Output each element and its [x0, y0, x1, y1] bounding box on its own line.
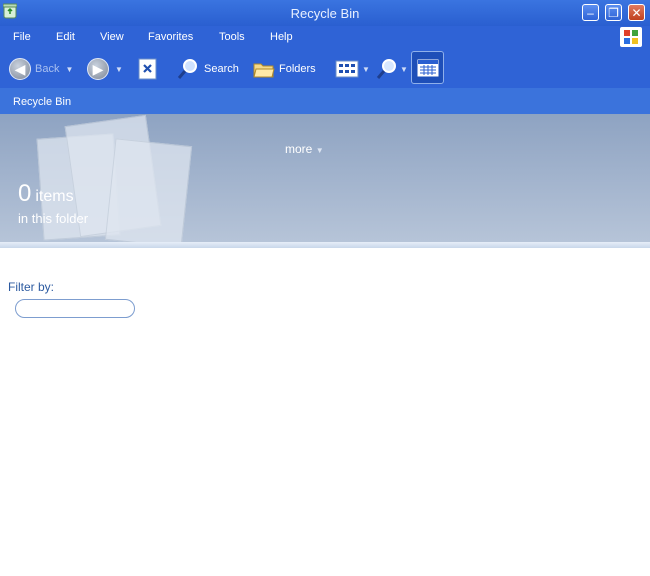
search-button[interactable]: Search	[176, 56, 239, 82]
delete-icon	[138, 58, 157, 80]
item-count-unit: items	[35, 188, 74, 205]
forward-button[interactable]: ▶ ▼	[87, 56, 123, 82]
views-button[interactable]: ▼	[335, 56, 370, 82]
back-label: Back	[35, 63, 60, 75]
close-button[interactable]: ✕	[628, 4, 645, 21]
back-arrow-icon: ◀	[9, 58, 31, 80]
document-watermark	[104, 138, 193, 242]
menu-file[interactable]: File	[13, 31, 31, 43]
menu-view[interactable]: View	[100, 31, 124, 43]
more-chevron-icon: ▼	[315, 146, 324, 155]
back-button[interactable]: ◀ Back ▼	[9, 56, 73, 82]
minimize-button[interactable]: –	[582, 4, 599, 21]
menu-edit[interactable]: Edit	[56, 31, 75, 43]
search-label: Search	[204, 63, 239, 75]
item-count: 0 items	[18, 180, 74, 208]
calendar-button[interactable]	[411, 51, 444, 84]
folder-subtitle: in this folder	[18, 211, 89, 226]
address-bar: Recycle Bin	[0, 88, 650, 114]
more-link[interactable]: more ▼	[285, 142, 324, 156]
folder-banner: more ▼ 0 items in this folder	[0, 114, 650, 242]
menu-favorites[interactable]: Favorites	[148, 31, 193, 43]
search-icon	[177, 59, 197, 79]
window-title: Recycle Bin	[290, 6, 360, 21]
restore-button[interactable]: ❐	[605, 4, 622, 21]
current-location[interactable]: Recycle Bin	[13, 96, 71, 108]
folders-button[interactable]: Folders	[253, 56, 316, 82]
folders-icon	[253, 63, 275, 78]
filter-label: Filter by:	[8, 280, 55, 294]
menu-help[interactable]: Help	[270, 31, 293, 43]
folders-label: Folders	[279, 63, 316, 75]
banner-divider	[0, 242, 650, 248]
title-bar: Recycle Bin – ❐ ✕	[0, 0, 650, 26]
views-icon	[335, 60, 359, 78]
forward-arrow-icon: ▶	[87, 58, 109, 80]
menu-bar: File Edit View Favorites Tools Help	[0, 26, 650, 50]
delete-button[interactable]	[138, 56, 158, 82]
magnifier-icon	[376, 59, 396, 79]
zoom-dropdown-icon[interactable]: ▼	[400, 65, 408, 74]
item-count-value: 0	[18, 180, 32, 207]
filter-input[interactable]	[15, 299, 135, 318]
menu-tools[interactable]: Tools	[219, 31, 245, 43]
forward-dropdown-icon[interactable]: ▼	[115, 65, 123, 74]
windows-logo-icon	[620, 27, 642, 47]
calendar-icon	[417, 59, 438, 76]
zoom-button[interactable]: ▼	[376, 56, 408, 82]
views-dropdown-icon[interactable]: ▼	[362, 65, 370, 74]
more-label: more	[285, 142, 313, 156]
standard-toolbar: ◀ Back ▼ ▶ ▼ Search Folders ▼ ▼	[0, 50, 650, 88]
back-dropdown-icon[interactable]: ▼	[65, 65, 73, 74]
